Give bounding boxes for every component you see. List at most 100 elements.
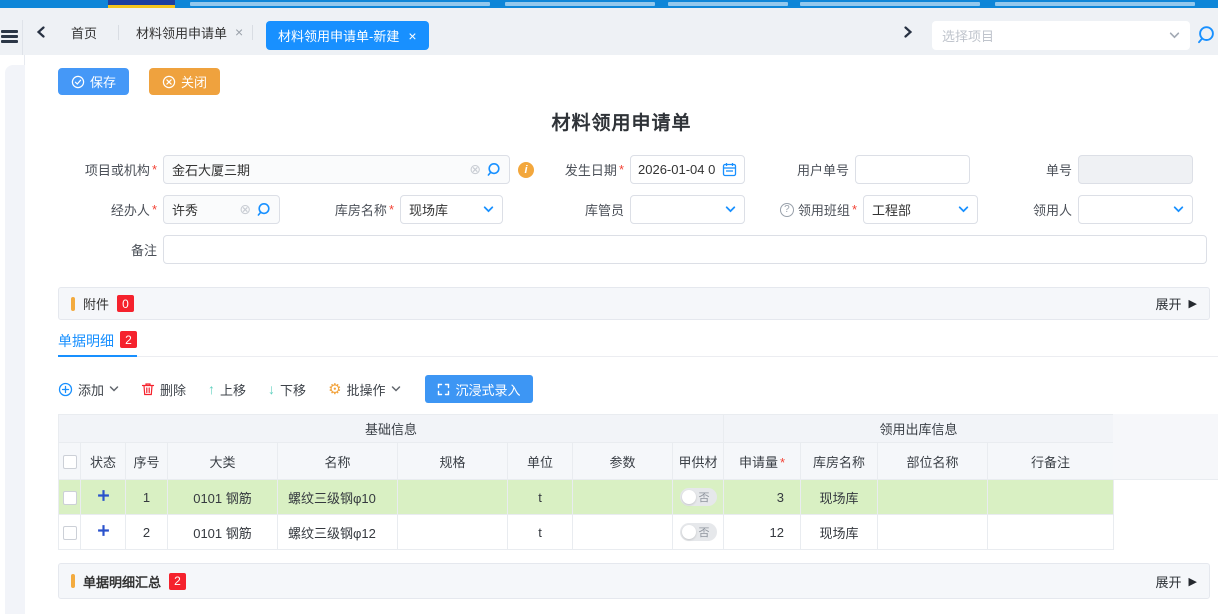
remark-input[interactable] bbox=[163, 235, 1207, 264]
clear-icon[interactable]: ⊗ bbox=[239, 201, 251, 218]
search-icon[interactable] bbox=[256, 202, 271, 217]
tab-requisition-list[interactable]: 材料领用申请单 × bbox=[136, 22, 243, 42]
cell-spec[interactable] bbox=[398, 480, 508, 515]
check-circle-icon bbox=[71, 75, 85, 89]
chevron-down-icon bbox=[1173, 204, 1184, 215]
tabs-scroll-right-icon[interactable] bbox=[903, 22, 913, 42]
keeper-select[interactable] bbox=[630, 195, 745, 224]
batch-operations-button[interactable]: ⚙ 批操作 bbox=[328, 380, 400, 399]
calendar-icon bbox=[722, 162, 737, 177]
cell-param[interactable] bbox=[573, 515, 673, 550]
material-requisition-page: 首页 材料领用申请单 × 材料领用申请单-新建 × 选择项目 保存 bbox=[0, 0, 1218, 614]
cell-name[interactable]: 螺纹三级钢φ10 bbox=[278, 480, 398, 515]
search-icon[interactable] bbox=[486, 162, 501, 177]
field-recipient: 领用人 bbox=[1018, 195, 1193, 224]
collapsed-sidebar bbox=[0, 55, 25, 614]
plus-status-icon[interactable] bbox=[97, 524, 110, 537]
tabs-scroll-left-icon[interactable] bbox=[36, 22, 46, 42]
cell-row-remark[interactable] bbox=[988, 515, 1114, 550]
hamburger-menu-icon[interactable] bbox=[1, 30, 18, 43]
date-input[interactable]: 2026-01-04 0 bbox=[630, 155, 745, 184]
attachments-expand-button[interactable]: 展开 ▶ bbox=[1156, 294, 1197, 313]
topbar-menu-clipped bbox=[190, 2, 490, 6]
col-category: 大类 bbox=[168, 443, 278, 480]
page-title: 材料领用申请单 bbox=[25, 108, 1218, 135]
chevron-down-icon bbox=[958, 204, 969, 215]
cell-param[interactable] bbox=[573, 480, 673, 515]
close-icon[interactable]: × bbox=[408, 28, 416, 44]
keeper-label: 库管员 bbox=[585, 200, 624, 219]
cell-supplied: 否 bbox=[673, 480, 724, 515]
summary-section-bar[interactable]: 单据明细汇总 2 展开 ▶ bbox=[58, 563, 1210, 599]
date-label: 发生日期 bbox=[565, 160, 617, 179]
immersive-entry-button[interactable]: 沉浸式录入 bbox=[425, 375, 533, 403]
tab-detail-lines[interactable]: 单据明细 2 bbox=[58, 331, 137, 357]
clear-icon[interactable]: ⊗ bbox=[469, 161, 481, 178]
detail-tabs-row: 单据明细 2 bbox=[58, 331, 1218, 357]
add-row-button[interactable]: 添加 bbox=[58, 380, 119, 399]
project-input[interactable]: 金石大厦三期 ⊗ bbox=[163, 155, 510, 184]
cell-unit[interactable]: t bbox=[508, 515, 573, 550]
topbar-menu-clipped bbox=[668, 2, 788, 6]
move-up-label: 上移 bbox=[220, 380, 246, 399]
cell-warehouse[interactable]: 现场库 bbox=[801, 480, 878, 515]
topbar-menu-clipped bbox=[505, 2, 655, 6]
row-select-cell bbox=[59, 515, 81, 550]
table-row[interactable]: 1 0101 钢筋 螺纹三级钢φ10 t 否 3 现场库 bbox=[59, 480, 1114, 515]
delete-row-button[interactable]: 删除 bbox=[141, 380, 186, 399]
cell-qty[interactable]: 12 bbox=[724, 515, 801, 550]
cell-qty[interactable]: 3 bbox=[724, 480, 801, 515]
project-switcher-select[interactable]: 选择项目 bbox=[932, 21, 1190, 50]
attachments-section-bar[interactable]: 附件 0 展开 ▶ bbox=[58, 287, 1210, 320]
user-no-input[interactable] bbox=[855, 155, 970, 184]
tab-home[interactable]: 首页 bbox=[71, 22, 97, 42]
cell-warehouse[interactable]: 现场库 bbox=[801, 515, 878, 550]
cell-category[interactable]: 0101 钢筋 bbox=[168, 480, 278, 515]
save-button[interactable]: 保存 bbox=[58, 68, 129, 95]
col-spec: 规格 bbox=[398, 443, 508, 480]
handler-input[interactable]: 许秀 ⊗ bbox=[163, 195, 280, 224]
move-down-button[interactable]: ↓ 下移 bbox=[268, 380, 306, 399]
cell-category[interactable]: 0101 钢筋 bbox=[168, 515, 278, 550]
detail-toolbar: 添加 删除 ↑ 上移 ↓ 下移 ⚙ 批操作 沉浸式录入 bbox=[58, 375, 1218, 403]
cell-row-remark[interactable] bbox=[988, 480, 1114, 515]
handler-value: 许秀 bbox=[172, 200, 235, 219]
col-qty: 申请量* bbox=[724, 443, 801, 480]
add-label: 添加 bbox=[78, 380, 104, 399]
cell-unit[interactable]: t bbox=[508, 480, 573, 515]
supplied-toggle[interactable]: 否 bbox=[680, 488, 717, 506]
close-icon[interactable]: × bbox=[235, 24, 243, 40]
attachments-count-badge: 0 bbox=[117, 295, 134, 312]
info-icon[interactable]: i bbox=[518, 162, 534, 178]
recipient-select[interactable] bbox=[1078, 195, 1193, 224]
fullscreen-brackets-icon bbox=[437, 383, 450, 396]
close-button[interactable]: 关闭 bbox=[149, 68, 220, 95]
help-icon[interactable]: ? bbox=[780, 203, 794, 217]
tab-home-label: 首页 bbox=[71, 23, 97, 42]
cell-name[interactable]: 螺纹三级钢φ12 bbox=[278, 515, 398, 550]
global-search-icon[interactable] bbox=[1196, 25, 1216, 48]
cell-seq: 2 bbox=[126, 515, 168, 550]
row-checkbox[interactable] bbox=[63, 491, 77, 505]
supplied-toggle[interactable]: 否 bbox=[680, 523, 717, 541]
warehouse-select[interactable]: 现场库 bbox=[400, 195, 503, 224]
chevron-down-icon bbox=[483, 204, 494, 215]
select-all-cell bbox=[59, 443, 81, 480]
tab-requisition-new-active[interactable]: 材料领用申请单-新建 × bbox=[266, 21, 429, 50]
expand-label: 展开 bbox=[1156, 572, 1182, 591]
detail-count-badge: 2 bbox=[120, 331, 137, 348]
row-status-cell bbox=[81, 480, 126, 515]
cell-spec[interactable] bbox=[398, 515, 508, 550]
summary-expand-button[interactable]: 展开 ▶ bbox=[1156, 572, 1197, 591]
cell-part[interactable] bbox=[878, 480, 988, 515]
topbar-active-menu-clipped bbox=[108, 0, 175, 8]
doc-no-label: 单号 bbox=[1046, 160, 1072, 179]
move-up-button[interactable]: ↑ 上移 bbox=[208, 380, 246, 399]
gear-icon: ⚙ bbox=[328, 382, 341, 397]
cell-part[interactable] bbox=[878, 515, 988, 550]
select-all-checkbox[interactable] bbox=[63, 455, 77, 469]
table-row[interactable]: 2 0101 钢筋 螺纹三级钢φ12 t 否 12 现场库 bbox=[59, 515, 1114, 550]
row-checkbox[interactable] bbox=[63, 526, 77, 540]
team-select[interactable]: 工程部 bbox=[863, 195, 978, 224]
plus-status-icon[interactable] bbox=[97, 489, 110, 502]
